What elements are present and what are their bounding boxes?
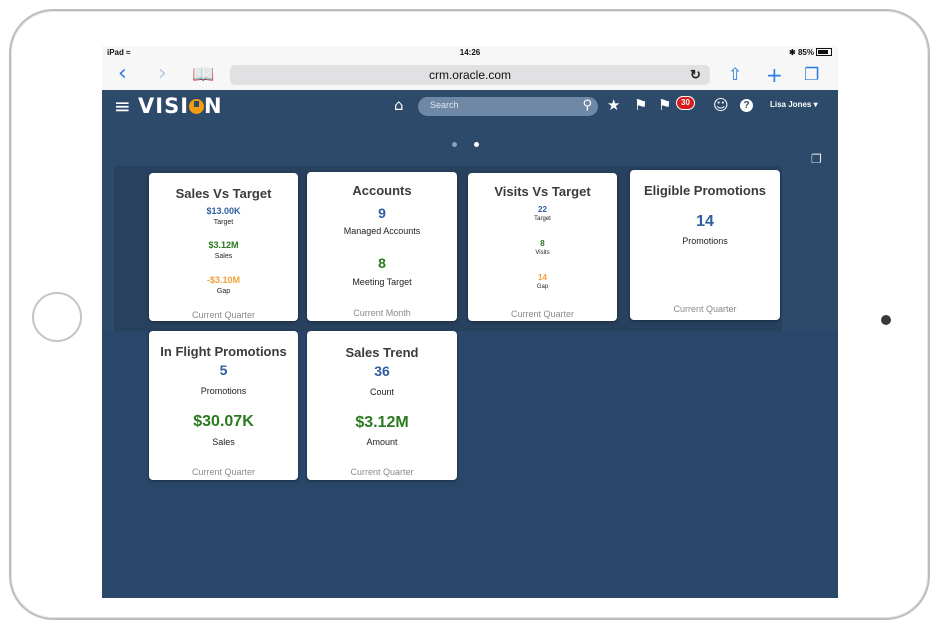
gap-value: 14 [538, 273, 547, 282]
notification-badge[interactable]: 30 [676, 96, 695, 110]
card-footer: Current Quarter [191, 467, 256, 477]
trend-count-label: Count [369, 387, 395, 397]
sales-value: $3.12M [208, 240, 239, 250]
flag-icon[interactable]: ⚑ [634, 96, 647, 114]
visits-value: 8 [540, 239, 545, 248]
card-title: Sales Trend [345, 345, 419, 360]
card-footer: Current Quarter [673, 304, 737, 314]
notifications-icon[interactable]: ⚑ [658, 96, 671, 114]
card-title: Eligible Promotions [643, 183, 767, 198]
home-icon[interactable]: ⌂ [394, 97, 404, 113]
status-right: ✱ 85% [789, 48, 832, 57]
user-menu[interactable]: Lisa Jones ▾ [770, 100, 818, 109]
url-text: crm.oracle.com [428, 68, 511, 82]
gap-value: -$3.10M [206, 275, 241, 285]
sales-label: Sales [214, 253, 233, 260]
card-title: Visits Vs Target [494, 184, 591, 199]
promotions-count-value: 5 [219, 362, 228, 378]
screen: iPad ≈ 14:26 ✱ 85% ‹ › 📖 crm.oracle.com … [102, 46, 838, 598]
browser-toolbar: ‹ › 📖 crm.oracle.com ↻ ⇧ + ❐ [102, 60, 838, 91]
brand-logo[interactable]: VISI N [138, 95, 223, 117]
card-footer: Current Month [353, 308, 411, 318]
managed-value: 9 [378, 205, 386, 221]
help-icon[interactable]: ? [740, 99, 753, 112]
trend-amount-value: $3.12M [355, 414, 409, 431]
search-input[interactable]: Search ⚲ [418, 97, 598, 116]
status-time: 14:26 [459, 48, 481, 57]
search-icon[interactable]: ⚲ [582, 98, 592, 113]
user-name: Lisa Jones [770, 100, 812, 109]
card-footer: Current Quarter [350, 467, 414, 477]
target-value: $13.00K [206, 206, 241, 216]
card-visits-vs-target[interactable]: Visits Vs Target 22 Target 8 Visits 14 G… [468, 173, 617, 321]
promotions-value: 14 [696, 213, 714, 230]
meeting-label: Meeting Target [352, 277, 412, 287]
accessibility-icon[interactable]: ☺ [713, 96, 729, 114]
menu-icon[interactable]: ≡ [114, 96, 131, 116]
gap-label: Gap [536, 284, 549, 290]
trend-amount-label: Amount [366, 437, 398, 447]
tabs-icon[interactable]: ❐ [804, 63, 819, 87]
card-in-flight-promotions[interactable]: In Flight Promotions 5 Promotions $30.07… [149, 331, 298, 480]
promotions-sales-label: Sales [212, 437, 235, 447]
target-value: 22 [538, 205, 547, 214]
battery-icon [816, 48, 832, 56]
visits-label: Visits [535, 250, 550, 256]
card-footer: Current Quarter [191, 310, 256, 320]
status-bar: iPad ≈ 14:26 ✱ 85% [102, 46, 838, 60]
promotions-sales-value: $30.07K [193, 413, 254, 430]
share-icon[interactable]: ⇧ [728, 63, 742, 87]
new-tab-icon[interactable]: + [766, 63, 783, 87]
page-indicator[interactable] [452, 134, 496, 152]
battery-percent: 85% [797, 48, 814, 57]
page-dot-active[interactable] [474, 142, 479, 147]
managed-label: Managed Accounts [343, 226, 421, 236]
reload-icon[interactable]: ↻ [690, 65, 701, 85]
gap-label: Gap [216, 288, 231, 295]
card-footer: Current Quarter [510, 309, 575, 319]
home-button[interactable] [32, 292, 82, 342]
card-title: Accounts [352, 183, 412, 198]
search-placeholder: Search [430, 100, 459, 110]
card-title: In Flight Promotions [160, 344, 287, 359]
promotions-label: Promotions [682, 236, 728, 246]
promotions-count-label: Promotions [200, 386, 247, 396]
card-sales-vs-target[interactable]: Sales Vs Target $13.00K Target $3.12M Sa… [149, 173, 298, 321]
bookmarks-icon[interactable]: 📖 [192, 63, 214, 87]
layout-icon[interactable]: ❐ [811, 152, 822, 166]
target-label: Target [213, 219, 234, 226]
app-header: ≡ VISI N ⌂ Search ⚲ ★ ⚑ ⚑ 30 ☺ ? Lisa Jon… [102, 90, 838, 122]
forward-icon[interactable]: › [158, 62, 167, 86]
camera [881, 315, 891, 325]
target-label: Target [534, 216, 551, 222]
url-bar[interactable]: crm.oracle.com [230, 65, 710, 85]
card-sales-trend[interactable]: Sales Trend 36 Count $3.12M Amount Curre… [307, 331, 457, 480]
card-accounts[interactable]: Accounts 9 Managed Accounts 8 Meeting Ta… [307, 172, 457, 321]
page-dot[interactable] [452, 142, 457, 147]
bluetooth-icon: ✱ [789, 48, 796, 57]
card-eligible-promotions[interactable]: Eligible Promotions 14 Promotions Curren… [630, 170, 780, 320]
favorites-icon[interactable]: ★ [607, 96, 620, 114]
trend-count-value: 36 [374, 363, 390, 379]
card-title: Sales Vs Target [175, 186, 272, 201]
meeting-value: 8 [378, 255, 386, 271]
back-icon[interactable]: ‹ [118, 62, 127, 86]
